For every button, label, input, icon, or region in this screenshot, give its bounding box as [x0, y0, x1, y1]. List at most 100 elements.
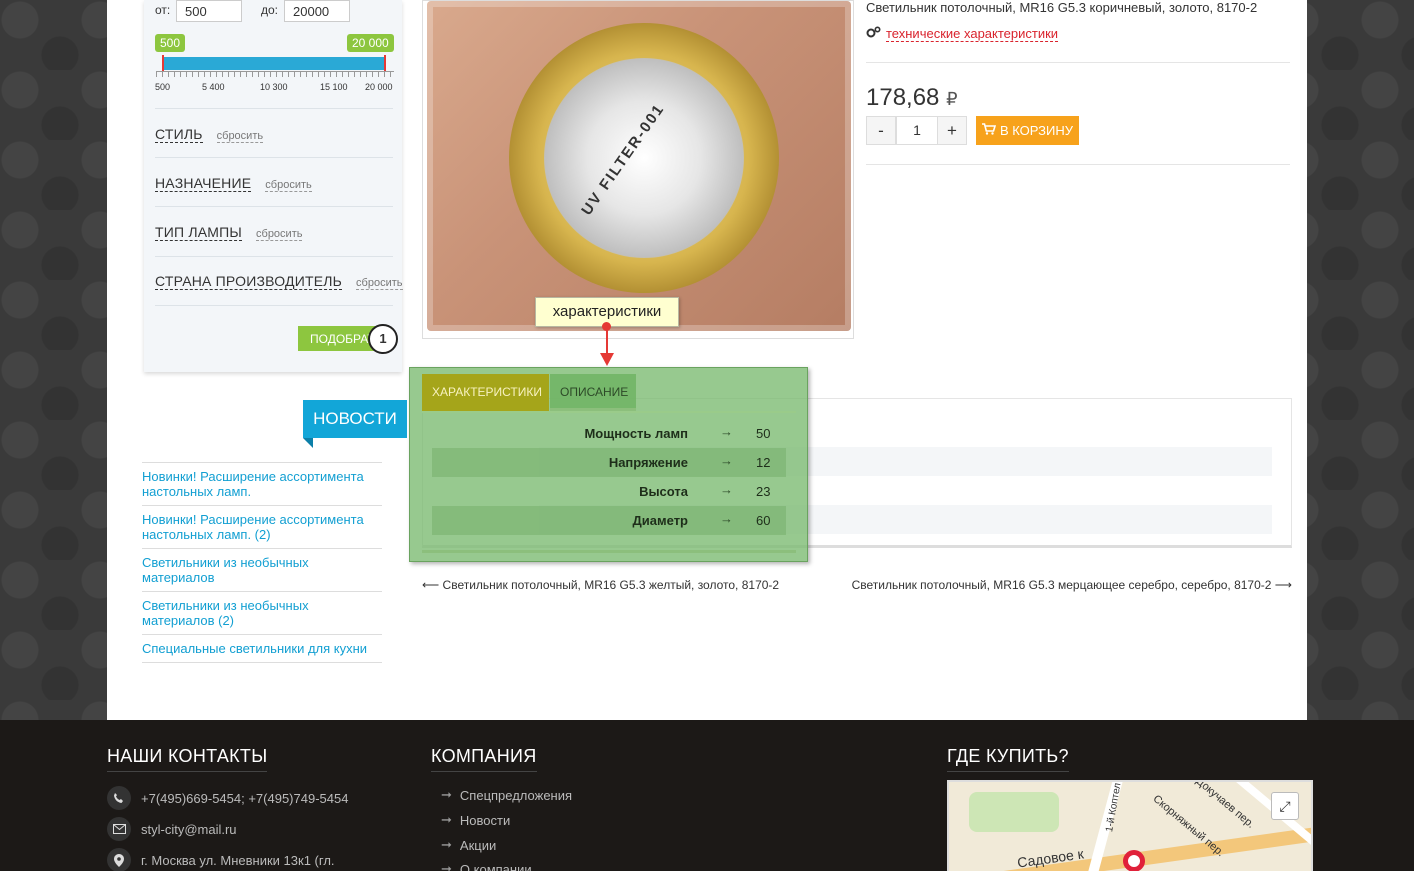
spec-name: Напряжение: [608, 455, 688, 470]
divider: [866, 62, 1290, 63]
footer-contacts-title: НАШИ КОНТАКТЫ: [107, 746, 268, 772]
news-list: Новинки! Расширение ассортимента настоль…: [142, 462, 382, 663]
price-to-input[interactable]: 20000: [284, 0, 350, 22]
lamp-bulb: [544, 58, 744, 258]
footer-address: г. Москва ул. Мневники 13к1 (гл.: [107, 848, 335, 871]
price-from-input[interactable]: 500: [176, 0, 242, 22]
spec-value: 50: [756, 426, 771, 441]
envelope-icon: [107, 817, 131, 841]
map-marker-icon[interactable]: [1123, 850, 1145, 871]
spec-row: Мощность ламп → 50: [432, 419, 786, 448]
filter-group-country: СТРАНА ПРОИЗВОДИТЕЛЬ сбросить: [155, 273, 403, 290]
filter-country-reset[interactable]: сбросить: [356, 277, 403, 290]
footer-link[interactable]: ➞ О компании: [441, 861, 532, 871]
tabs-divider: [422, 411, 796, 413]
tab-description[interactable]: ОПИСАНИЕ: [550, 374, 636, 411]
arrow-right-icon: →: [720, 482, 733, 497]
tick-label: 20 000: [365, 82, 393, 92]
currency-symbol: ₽: [946, 89, 958, 109]
filter-purpose-toggle[interactable]: НАЗНАЧЕНИЕ: [155, 175, 252, 192]
price-value: 178,68: [866, 84, 940, 111]
store-map[interactable]: Садовое к 1-й Коптел Скорняжный пер. Док…: [947, 780, 1313, 871]
tech-specs-link[interactable]: технические характеристики: [866, 26, 1059, 42]
divider: [155, 305, 393, 306]
add-to-cart-button[interactable]: В КОРЗИНУ: [976, 116, 1079, 145]
spec-name: Высота: [639, 484, 688, 499]
news-item[interactable]: Светильники из необычных материалов: [142, 549, 382, 592]
filter-style-reset[interactable]: сбросить: [216, 130, 264, 143]
next-product-label: Светильник потолочный, MR16 G5.3 мерцающ…: [851, 578, 1272, 592]
arrow-right-icon: ➞: [441, 837, 452, 852]
tick-label: 500: [155, 82, 171, 92]
arrow-right-icon: ➞: [441, 787, 452, 802]
filter-group-purpose: НАЗНАЧЕНИЕ сбросить: [155, 175, 312, 192]
filter-lamp-type-reset[interactable]: сбросить: [256, 228, 303, 241]
highlighted-characteristics: ХАРАКТЕРИСТИКИ ОПИСАНИЕ Мощность ламп → …: [409, 367, 808, 562]
next-product-link[interactable]: Светильник потолочный, MR16 G5.3 мерцающ…: [852, 578, 1292, 592]
prev-product-link[interactable]: ⟵ Светильник потолочный, MR16 G5.3 желты…: [422, 578, 779, 592]
filter-group-lamp-type: ТИП ЛАМПЫ сбросить: [155, 224, 303, 241]
qty-increase-button[interactable]: +: [937, 116, 967, 145]
product-title: Светильник потолочный, MR16 G5.3 коричне…: [866, 0, 1258, 15]
spec-name: Диаметр: [632, 513, 688, 528]
price-to-label: до:: [261, 3, 279, 17]
price-from-label: от:: [155, 3, 171, 17]
news-item[interactable]: Новинки! Расширение ассортимента настоль…: [142, 506, 382, 549]
spec-value: 23: [756, 484, 771, 499]
footer-link[interactable]: ➞ Новости: [441, 812, 510, 828]
annotation-arrow-dot: [602, 322, 611, 331]
footer-where-title: ГДЕ КУПИТЬ?: [947, 746, 1069, 772]
spec-row: Диаметр → 60: [432, 506, 786, 535]
footer-link[interactable]: ➞ Акции: [441, 837, 496, 853]
footer-company-title: КОМПАНИЯ: [431, 746, 537, 772]
price-slider-range[interactable]: [162, 57, 386, 70]
divider: [155, 108, 393, 109]
qty-input[interactable]: 1: [896, 116, 938, 145]
footer-link[interactable]: ➞ Спецпредложения: [441, 787, 572, 803]
arrow-left-icon: ⟵: [422, 578, 440, 592]
news-item[interactable]: Светильники из необычных материалов (2): [142, 592, 382, 635]
price-slider-min-handle[interactable]: [162, 55, 164, 72]
spec-row: Высота → 23: [432, 477, 786, 506]
footer: НАШИ КОНТАКТЫ +7(495)669-5454; +7(495)74…: [0, 720, 1414, 871]
arrow-right-icon: ➞: [441, 812, 452, 827]
expand-map-icon[interactable]: ⤢: [1271, 792, 1299, 820]
tab-characteristics[interactable]: ХАРАКТЕРИСТИКИ: [422, 374, 549, 411]
price-slider-max-handle[interactable]: [384, 55, 386, 72]
slider-ticks: [156, 71, 394, 77]
footer-phone: +7(495)669-5454; +7(495)749-5454: [107, 786, 348, 810]
footer-link-label: Новости: [459, 812, 511, 828]
map-park: [969, 792, 1059, 832]
price-max-badge: 20 000: [347, 34, 394, 52]
filter-lamp-type-toggle[interactable]: ТИП ЛАМПЫ: [155, 224, 243, 241]
tick-label: 10 300: [260, 82, 288, 92]
tick-label: 5 400: [202, 82, 225, 92]
phone-icon: [107, 786, 131, 810]
spec-row: Напряжение → 12: [432, 448, 786, 477]
divider: [155, 206, 393, 207]
arrow-right-icon: →: [720, 511, 733, 526]
spec-value: 12: [756, 455, 771, 470]
product-image[interactable]: UV FILTER-001: [422, 0, 854, 339]
filter-style-toggle[interactable]: СТИЛЬ: [155, 126, 203, 143]
qty-decrease-button[interactable]: -: [866, 116, 896, 145]
gears-icon: [866, 26, 881, 42]
filter-country-toggle[interactable]: СТРАНА ПРОИЗВОДИТЕЛЬ: [155, 273, 343, 290]
footer-email[interactable]: styl-city@mail.ru: [107, 817, 237, 841]
footer-link-label: Спецпредложения: [459, 787, 573, 803]
filter-group-style: СТИЛЬ сбросить: [155, 126, 264, 143]
arrow-right-icon: →: [720, 453, 733, 468]
divider: [866, 164, 1290, 165]
divider: [155, 256, 393, 257]
lamp-frame: UV FILTER-001: [427, 1, 851, 331]
page-content: от: 500 до: 20000 500 20 000 500 5 400 1…: [107, 0, 1307, 720]
arrow-right-icon: ⟶: [1274, 578, 1292, 592]
cart-icon: [981, 123, 997, 138]
news-item[interactable]: Новинки! Расширение ассортимента настоль…: [142, 463, 382, 506]
prev-product-label: Светильник потолочный, MR16 G5.3 желтый,…: [442, 578, 780, 592]
filter-purpose-reset[interactable]: сбросить: [265, 179, 312, 192]
news-item[interactable]: Специальные светильники для кухни: [142, 635, 382, 663]
product-price: 178,68 ₽: [866, 84, 958, 112]
panel-bottom-border: [422, 550, 796, 553]
address-text: г. Москва ул. Мневники 13к1 (гл.: [141, 852, 335, 868]
